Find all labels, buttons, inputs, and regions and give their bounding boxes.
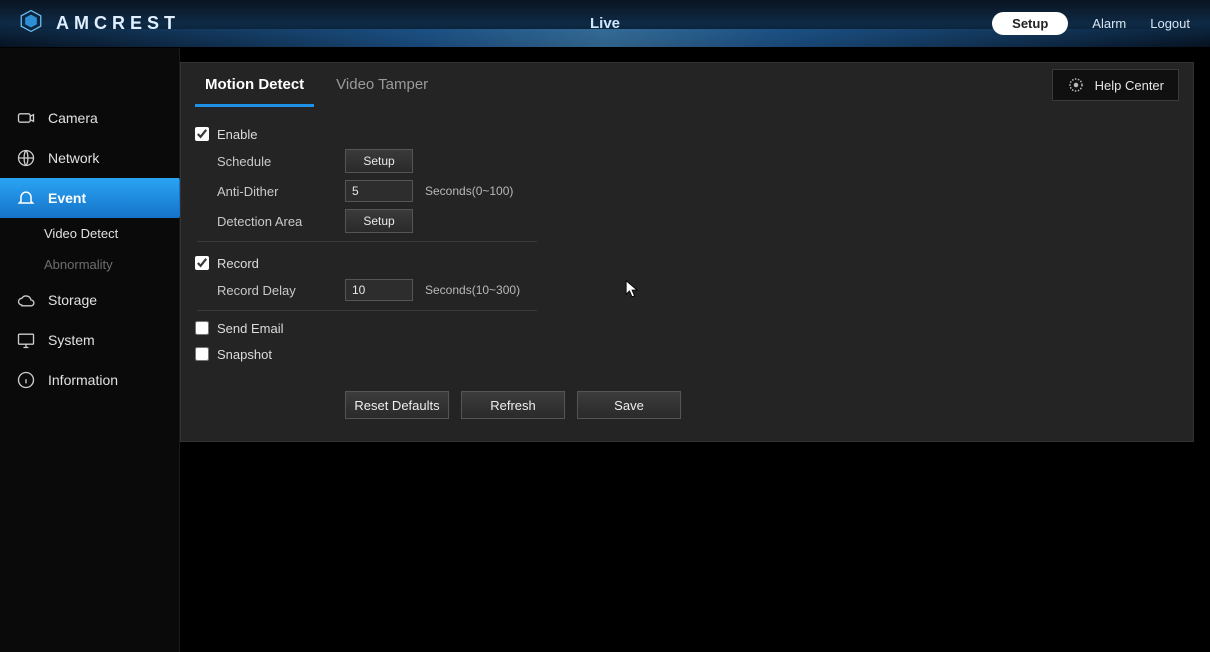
sidebar-label: Camera bbox=[48, 110, 98, 126]
detection-area-setup-button[interactable]: Setup bbox=[345, 209, 413, 233]
schedule-label: Schedule bbox=[217, 154, 345, 169]
record-section: Record Delay Seconds(10~300) bbox=[197, 276, 537, 311]
sidebar-item-storage[interactable]: Storage bbox=[0, 280, 179, 320]
schedule-setup-button[interactable]: Setup bbox=[345, 149, 413, 173]
settings-panel: Motion Detect Video Tamper Help Center E… bbox=[180, 62, 1194, 442]
anti-dither-input[interactable] bbox=[345, 180, 413, 202]
record-delay-input[interactable] bbox=[345, 279, 413, 301]
app-header: AMCREST Live Setup Alarm Logout bbox=[0, 0, 1210, 48]
sidebar-item-network[interactable]: Network bbox=[0, 138, 179, 178]
form-area: Enable Schedule Setup Anti-Dither Second… bbox=[181, 107, 1193, 419]
enable-section: Schedule Setup Anti-Dither Seconds(0~100… bbox=[197, 147, 537, 242]
record-delay-label: Record Delay bbox=[217, 283, 345, 298]
monitor-icon bbox=[16, 330, 36, 350]
camera-icon bbox=[16, 108, 36, 128]
sidebar-item-event[interactable]: Event bbox=[0, 178, 179, 218]
action-row: Reset Defaults Refresh Save bbox=[345, 391, 1175, 419]
anti-dither-hint: Seconds(0~100) bbox=[425, 184, 513, 198]
enable-checkbox[interactable] bbox=[195, 127, 209, 141]
help-center-label: Help Center bbox=[1095, 78, 1164, 93]
cloud-icon bbox=[16, 290, 36, 310]
sidebar-item-information[interactable]: Information bbox=[0, 360, 179, 400]
enable-row: Enable bbox=[195, 121, 1175, 147]
sidebar-label: Network bbox=[48, 150, 99, 166]
sidebar-label: Information bbox=[48, 372, 118, 388]
sidebar-label: Storage bbox=[48, 292, 97, 308]
record-row: Record bbox=[195, 250, 1175, 276]
help-icon bbox=[1067, 76, 1085, 94]
send-email-label: Send Email bbox=[217, 321, 283, 336]
brand-text: AMCREST bbox=[56, 13, 180, 34]
snapshot-row: Snapshot bbox=[195, 341, 1175, 367]
record-label: Record bbox=[217, 256, 259, 271]
sidebar-label: System bbox=[48, 332, 95, 348]
snapshot-checkbox[interactable] bbox=[195, 347, 209, 361]
reset-defaults-button[interactable]: Reset Defaults bbox=[345, 391, 449, 419]
detection-area-label: Detection Area bbox=[217, 214, 345, 229]
nav-alarm[interactable]: Alarm bbox=[1092, 16, 1126, 31]
save-button[interactable]: Save bbox=[577, 391, 681, 419]
send-email-checkbox[interactable] bbox=[195, 321, 209, 335]
sidebar: Camera Network Event Video Detect Abnorm… bbox=[0, 48, 180, 652]
top-nav: Setup Alarm Logout bbox=[992, 12, 1190, 35]
main-content: Motion Detect Video Tamper Help Center E… bbox=[180, 48, 1210, 652]
snapshot-label: Snapshot bbox=[217, 347, 272, 362]
sidebar-sub-abnormality[interactable]: Abnormality bbox=[0, 249, 179, 280]
anti-dither-label: Anti-Dither bbox=[217, 184, 345, 199]
tab-motion-detect[interactable]: Motion Detect bbox=[195, 63, 314, 107]
bell-icon bbox=[16, 188, 36, 208]
logo-icon bbox=[18, 8, 44, 39]
sidebar-label: Event bbox=[48, 190, 86, 206]
enable-label: Enable bbox=[217, 127, 257, 142]
record-delay-hint: Seconds(10~300) bbox=[425, 283, 520, 297]
record-checkbox[interactable] bbox=[195, 256, 209, 270]
refresh-button[interactable]: Refresh bbox=[461, 391, 565, 419]
info-icon bbox=[16, 370, 36, 390]
brand-logo: AMCREST bbox=[18, 8, 180, 39]
globe-icon bbox=[16, 148, 36, 168]
sidebar-sub-video-detect[interactable]: Video Detect bbox=[0, 218, 179, 249]
nav-logout[interactable]: Logout bbox=[1150, 16, 1190, 31]
header-center-title[interactable]: Live bbox=[590, 15, 620, 32]
sidebar-item-camera[interactable]: Camera bbox=[0, 98, 179, 138]
send-email-row: Send Email bbox=[195, 315, 1175, 341]
tab-row: Motion Detect Video Tamper Help Center bbox=[181, 63, 1193, 107]
tab-video-tamper[interactable]: Video Tamper bbox=[326, 63, 438, 107]
help-center-button[interactable]: Help Center bbox=[1052, 69, 1179, 101]
nav-setup[interactable]: Setup bbox=[992, 12, 1068, 35]
sidebar-item-system[interactable]: System bbox=[0, 320, 179, 360]
